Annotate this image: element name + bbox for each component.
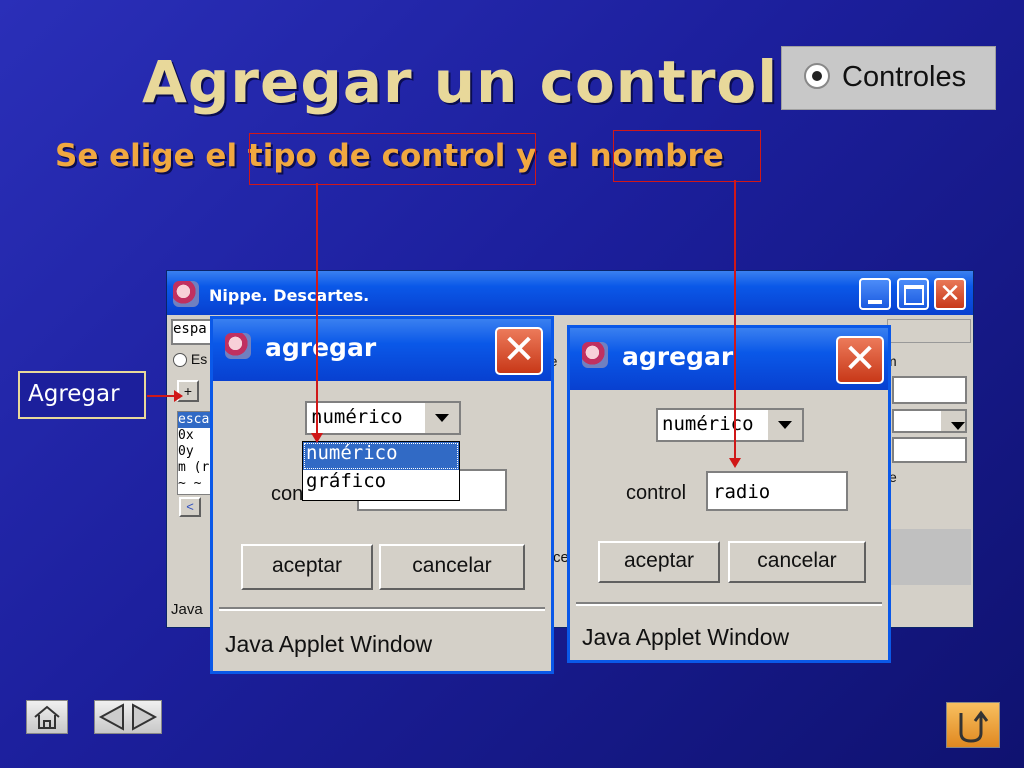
dialog-agregar-left: agregar ✕ numérico con numérico gráfico … (210, 316, 554, 674)
applet-status-text: Java Applet Window (582, 624, 790, 650)
type-select-value: numérico (662, 413, 754, 435)
radio-selected-icon (804, 63, 830, 89)
app-icon (582, 342, 608, 368)
type-select[interactable]: numérico (656, 408, 804, 442)
applet-status-bar: Java Applet Window (219, 609, 545, 667)
radio-icon[interactable] (173, 353, 187, 368)
type-select[interactable]: numérico (305, 401, 461, 435)
close-icon[interactable]: ✕ (836, 336, 884, 384)
dialog-titlebar: agregar ✕ (570, 328, 888, 390)
arrow-head-icon (729, 458, 741, 468)
right-select[interactable] (892, 409, 967, 433)
chevron-down-icon[interactable] (423, 403, 459, 433)
field-fragment: espa (173, 321, 207, 337)
panel-area (887, 529, 971, 585)
connector-line-tipo (316, 183, 318, 441)
control-name-value: radio (713, 481, 771, 503)
aceptar-button[interactable]: aceptar (241, 544, 373, 590)
main-status-fragment: Java (171, 601, 203, 618)
applet-status-bar: Java Applet Window (576, 604, 882, 658)
chevron-down-icon[interactable] (766, 410, 802, 440)
agregar-callout-label: Agregar (28, 381, 120, 407)
list-item[interactable]: 0x (178, 428, 214, 444)
dialog-title: agregar (622, 342, 734, 371)
main-window-titlebar: Nippe. Descartes. ✕ (167, 271, 973, 315)
list-item[interactable]: esca (178, 412, 214, 428)
arrow-head-icon (311, 433, 323, 443)
connector-line-agregar (147, 395, 177, 397)
text-field[interactable]: espa (171, 319, 215, 345)
highlight-nombre (613, 130, 761, 182)
list-item[interactable]: ~ ~ (178, 476, 214, 492)
dialog-agregar-right: agregar ✕ numérico control radio aceptar… (567, 325, 891, 663)
previous-icon[interactable] (95, 701, 161, 733)
main-window-title: Nippe. Descartes. (209, 286, 370, 305)
cancelar-button[interactable]: cancelar (379, 544, 525, 590)
close-icon[interactable]: ✕ (934, 278, 966, 310)
maximize-button[interactable] (897, 278, 929, 310)
radio-label: Es (190, 351, 208, 367)
controles-label: Controles (842, 61, 967, 93)
scroll-left-button[interactable]: < (179, 497, 201, 517)
right-field-2[interactable] (892, 437, 967, 463)
header-cell (887, 319, 971, 343)
slide-title: Agregar un control (142, 48, 779, 116)
arrow-head-icon (174, 390, 183, 402)
right-field[interactable] (892, 376, 967, 404)
prev-next-nav (94, 700, 162, 734)
control-label: control (626, 482, 687, 504)
controles-badge: Controles (781, 46, 996, 110)
connector-line-nombre (734, 180, 736, 466)
minimize-button[interactable] (859, 278, 891, 310)
aceptar-button[interactable]: aceptar (598, 541, 720, 583)
return-icon[interactable] (946, 702, 1000, 748)
dropdown-option-grafico[interactable]: gráfico (303, 470, 459, 498)
applet-status-text: Java Applet Window (225, 631, 433, 657)
close-icon[interactable]: ✕ (495, 327, 543, 375)
list-item[interactable]: m (r (178, 460, 214, 476)
cancelar-button[interactable]: cancelar (728, 541, 866, 583)
app-icon (225, 333, 251, 359)
control-name-field[interactable]: radio (706, 471, 848, 511)
control-label: con (271, 483, 304, 505)
dropdown-option-numerico[interactable]: numérico (303, 442, 459, 470)
agregar-callout: Agregar (18, 371, 146, 419)
home-icon[interactable] (26, 700, 68, 734)
type-dropdown[interactable]: numérico gráfico (302, 441, 460, 501)
dialog-titlebar: agregar ✕ (213, 319, 551, 381)
dialog-title: agregar (265, 333, 377, 362)
type-select-value: numérico (311, 406, 403, 428)
highlight-tipo-de-control (249, 133, 536, 185)
app-icon (173, 281, 199, 307)
radio-row[interactable]: Es (173, 351, 208, 368)
list-item[interactable]: 0y (178, 444, 214, 460)
